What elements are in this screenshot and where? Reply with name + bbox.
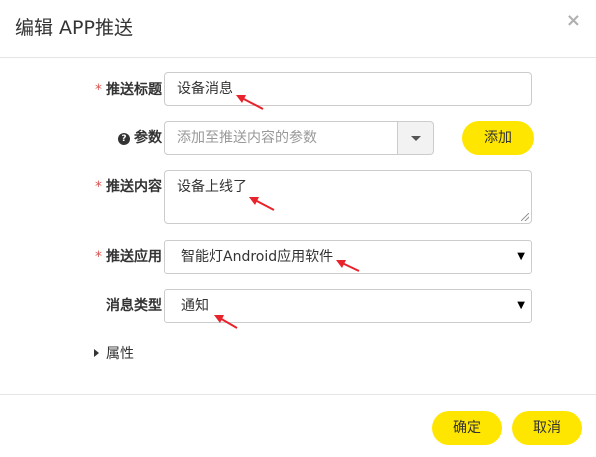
question-icon: ? <box>118 133 130 145</box>
params-dropdown-button[interactable] <box>398 121 434 155</box>
annotation-arrow-icon <box>236 95 264 110</box>
dialog-header: 编辑 APP推送 × <box>0 0 596 58</box>
edit-app-push-dialog: 编辑 APP推送 × * 推送标题 设备消息 ? 参数 添加至推送内容的参数 添加 … <box>0 0 596 457</box>
annotation-arrow-icon <box>249 197 275 211</box>
attributes-toggle[interactable]: 属性 <box>94 344 134 364</box>
params-input[interactable]: 添加至推送内容的参数 <box>164 121 398 155</box>
close-icon[interactable]: × <box>566 11 581 31</box>
dialog-title: 编辑 APP推送 <box>15 17 133 39</box>
caret-down-icon: ▼ <box>517 300 525 311</box>
push-content-textarea[interactable]: 设备上线了 <box>164 170 532 224</box>
confirm-button[interactable]: 确定 <box>432 411 502 445</box>
add-param-button[interactable]: 添加 <box>462 121 534 155</box>
dialog-footer <box>0 394 596 457</box>
push-app-label: * 推送应用 <box>95 249 162 265</box>
caret-down-icon <box>411 136 421 141</box>
annotation-arrow-icon <box>214 315 238 329</box>
resize-handle-icon[interactable] <box>521 213 529 221</box>
required-mark: * <box>95 82 102 98</box>
cancel-button[interactable]: 取消 <box>512 411 582 445</box>
params-label: ? 参数 <box>22 128 162 148</box>
push-content-label: * 推送内容 <box>95 179 162 195</box>
required-mark: * <box>95 249 102 265</box>
push-title-label: * 推送标题 <box>95 82 162 98</box>
push-title-input[interactable]: 设备消息 <box>164 72 532 106</box>
annotation-arrow-icon <box>336 260 360 272</box>
caret-down-icon: ▼ <box>517 251 525 262</box>
caret-right-icon <box>94 349 99 357</box>
required-mark: * <box>95 179 102 195</box>
message-type-label: 消息类型 <box>106 298 162 314</box>
